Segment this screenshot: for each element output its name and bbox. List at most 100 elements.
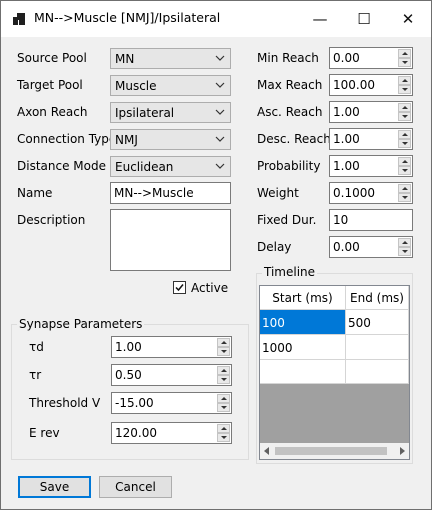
td-spinner[interactable]: 1.00 [111, 336, 232, 358]
spin-up-icon[interactable] [398, 130, 411, 139]
asc-reach-spinner[interactable]: 1.00 [329, 101, 413, 123]
td-value: 1.00 [115, 340, 142, 354]
min-reach-spinner[interactable]: 0.00 [329, 47, 413, 69]
probability-value: 1.00 [333, 159, 360, 173]
spin-up-icon[interactable] [217, 424, 230, 433]
column-header-end[interactable]: End (ms) [346, 286, 409, 310]
scroll-left-icon[interactable] [263, 447, 271, 455]
spin-up-icon[interactable] [217, 338, 230, 347]
spin-up-icon[interactable] [398, 49, 411, 58]
spin-down-icon[interactable] [398, 166, 411, 175]
table-cell-start[interactable]: 100 [260, 310, 346, 335]
checkmark-icon [175, 284, 184, 292]
td-label: τd [29, 340, 44, 354]
threshold-spinner[interactable]: -15.00 [111, 392, 232, 414]
spin-down-icon[interactable] [398, 58, 411, 67]
scrollbar-thumb[interactable] [275, 447, 387, 455]
spin-down-icon[interactable] [398, 112, 411, 121]
probability-label: Probability [257, 159, 321, 173]
spin-down-icon[interactable] [398, 247, 411, 256]
probability-spinner[interactable]: 1.00 [329, 155, 413, 177]
spin-down-icon[interactable] [217, 403, 230, 412]
desc-reach-spinner[interactable]: 1.00 [329, 128, 413, 150]
description-textarea[interactable] [110, 209, 231, 271]
max-reach-spinner[interactable]: 100.00 [329, 74, 413, 96]
target-pool-select[interactable]: Muscle [110, 75, 231, 96]
delay-value: 0.00 [333, 240, 360, 254]
source-pool-label: Source Pool [17, 51, 87, 65]
spin-down-icon[interactable] [398, 85, 411, 94]
max-reach-label: Max Reach [257, 78, 323, 92]
table-cell-end[interactable]: 500 [346, 310, 409, 335]
spin-down-icon[interactable] [217, 433, 230, 442]
tr-value: 0.50 [115, 368, 142, 382]
source-pool-select[interactable]: MN [110, 48, 231, 69]
axon-reach-label: Axon Reach [17, 105, 88, 119]
synapse-parameters-title: Synapse Parameters [17, 317, 145, 331]
timeline-grid[interactable]: Start (ms) End (ms) 100 500 1000 [259, 285, 410, 460]
distance-mode-select[interactable]: Euclidean [110, 156, 231, 177]
minimize-icon[interactable]: — [298, 1, 342, 37]
connection-type-select[interactable]: NMJ [110, 129, 231, 150]
connection-type-label: Connection Type [17, 132, 117, 146]
spin-down-icon[interactable] [217, 375, 230, 384]
fixed-dur-label: Fixed Dur. [257, 213, 317, 227]
target-pool-value: Muscle [115, 79, 157, 93]
chevron-down-icon [215, 55, 225, 61]
timeline-title: Timeline [262, 265, 318, 279]
spin-down-icon[interactable] [398, 139, 411, 148]
erev-value: 120.00 [115, 426, 157, 440]
desc-reach-label: Desc. Reach [257, 132, 331, 146]
tr-spinner[interactable]: 0.50 [111, 364, 232, 386]
cancel-button[interactable]: Cancel [99, 476, 172, 498]
scroll-right-icon[interactable] [398, 447, 406, 455]
spin-up-icon[interactable] [398, 76, 411, 85]
title-bar[interactable]: MN-->Muscle [NMJ]/Ipsilateral — ☐ ✕ [1, 1, 431, 37]
table-cell-end[interactable] [346, 335, 409, 360]
fixed-dur-input[interactable]: 10 [329, 209, 413, 231]
save-button[interactable]: Save [18, 476, 91, 498]
spin-up-icon[interactable] [398, 184, 411, 193]
erev-spinner[interactable]: 120.00 [111, 422, 232, 444]
spin-down-icon[interactable] [398, 193, 411, 202]
min-reach-label: Min Reach [257, 51, 319, 65]
desc-reach-value: 1.00 [333, 132, 360, 146]
max-reach-value: 100.00 [333, 78, 375, 92]
spin-up-icon[interactable] [398, 103, 411, 112]
axon-reach-value: Ipsilateral [115, 106, 175, 120]
distance-mode-value: Euclidean [115, 160, 174, 174]
spin-up-icon[interactable] [398, 238, 411, 247]
name-label: Name [17, 186, 53, 200]
active-checkbox[interactable] [173, 281, 186, 294]
window-title: MN-->Muscle [NMJ]/Ipsilateral [34, 10, 221, 25]
spin-up-icon[interactable] [217, 394, 230, 403]
threshold-label: Threshold V [29, 396, 101, 410]
close-icon[interactable]: ✕ [386, 1, 430, 37]
table-cell-start[interactable]: 1000 [260, 335, 346, 360]
erev-label: E rev [29, 426, 60, 440]
source-pool-value: MN [115, 52, 135, 66]
spin-up-icon[interactable] [217, 366, 230, 375]
name-input[interactable]: MN-->Muscle [110, 182, 231, 204]
weight-spinner[interactable]: 0.1000 [329, 182, 413, 204]
name-value: MN-->Muscle [114, 186, 194, 200]
min-reach-value: 0.00 [333, 51, 360, 65]
threshold-value: -15.00 [115, 396, 154, 410]
distance-mode-label: Distance Mode [17, 159, 106, 173]
axon-reach-select[interactable]: Ipsilateral [110, 102, 231, 123]
chevron-down-icon [215, 109, 225, 115]
delay-spinner[interactable]: 0.00 [329, 236, 413, 258]
target-pool-label: Target Pool [17, 78, 83, 92]
maximize-icon[interactable]: ☐ [342, 1, 386, 37]
spin-down-icon[interactable] [217, 347, 230, 356]
fixed-dur-value: 10 [333, 213, 349, 227]
table-cell-end[interactable] [346, 360, 409, 384]
column-header-start[interactable]: Start (ms) [260, 286, 346, 310]
horizontal-scrollbar[interactable] [260, 443, 409, 459]
chevron-down-icon [215, 82, 225, 88]
asc-reach-value: 1.00 [333, 105, 360, 119]
chevron-down-icon [215, 136, 225, 142]
spin-up-icon[interactable] [398, 157, 411, 166]
table-cell-start[interactable] [260, 360, 346, 384]
weight-label: Weight [257, 186, 299, 200]
